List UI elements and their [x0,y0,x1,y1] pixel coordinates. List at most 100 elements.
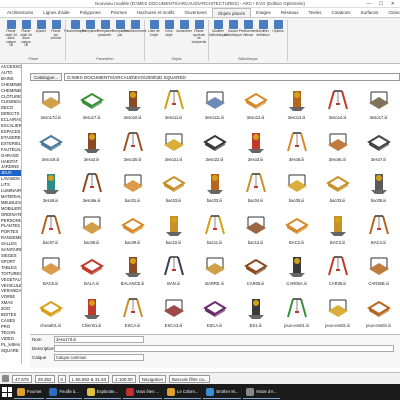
object-thumbnail[interactable]: 3eso14.iii [317,84,358,126]
taskbar-item[interactable]: Mode d'e... [243,385,280,399]
object-thumbnail[interactable]: 3eso9.iii [30,167,71,209]
tab-1[interactable]: Lignes d'aide [38,8,74,17]
object-thumbnail[interactable]: BARRE.iii [194,250,235,292]
tree-item[interactable]: EXTERIEUR [0,141,21,147]
object-thumbnail[interactable]: bac03.iii [153,167,194,209]
tree-item[interactable]: FAUTEUILS [0,147,21,153]
object-thumbnail[interactable]: bac08.iii [71,209,112,251]
taskbar-item[interactable]: Vous êtes ... [122,385,162,399]
ribbon-button[interactable]: Positionnement [124,20,146,37]
object-thumbnail[interactable]: BAC2.iii [276,209,317,251]
object-thumbnail[interactable]: 3eso9a.iii [71,167,112,209]
object-thumbnail[interactable]: CAR35.iii [317,250,358,292]
object-thumbnail[interactable]: 3eso11.iii [153,84,194,126]
tree-item[interactable]: MOBILIER [0,206,21,212]
object-thumbnail[interactable]: bac05.iii [358,167,399,209]
object-thumbnail[interactable]: 3eso5.iii [276,126,317,168]
tree-item[interactable]: PL_lettres [0,342,21,348]
tab-9[interactable]: Textes [304,8,327,17]
tab-2[interactable]: Polygones [75,8,106,17]
object-thumbnail[interactable]: jeux-ens03.iii [358,292,399,334]
tab-8[interactable]: Réseaux [276,8,304,17]
taskbar-item[interactable]: Explorate... [83,385,121,399]
object-thumbnail[interactable]: bac03.iii [194,167,235,209]
window-controls[interactable]: — ☐ ✕ [367,0,398,8]
object-thumbnail[interactable]: 3eso12.iii [235,84,276,126]
object-thumbnail[interactable]: BALA.iii [71,250,112,292]
scale-select[interactable]: 1:100.00 [112,374,136,383]
object-thumbnail[interactable]: bac04.iii [235,167,276,209]
ribbon-button[interactable]: Remplacer paramétr. [97,20,113,37]
object-thumbnail[interactable]: bac07.iii [30,209,71,251]
object-thumbnail[interactable]: 3eso19.iii [30,126,71,168]
object-thumbnail[interactable]: CAR35B.iii [358,250,399,292]
object-thumbnail[interactable]: 3eso2.iii [71,126,112,168]
object-thumbnail[interactable]: cheval01.iii [30,292,71,334]
taskbar-item[interactable]: Fournet [14,385,45,399]
object-thumbnail[interactable]: BAC3.iii [317,209,358,251]
ribbon-button[interactable]: Modifier bibliothèque [209,20,227,37]
tree-item[interactable]: ORDINATEURS [0,212,21,218]
object-thumbnail[interactable]: ESCA3.iii [153,292,194,334]
mode-select[interactable]: Navigation [138,374,166,383]
tree-item[interactable]: VEGETAUX [0,277,21,283]
object-thumbnail[interactable]: CAR05.iii [235,250,276,292]
object-thumbnail[interactable]: CAR05A.iii [276,250,317,292]
layer-field[interactable]: Calque commun [54,354,144,361]
object-thumbnail[interactable]: 3eso21.iii [153,126,194,168]
ribbon-button[interactable]: Infos objet [162,20,176,44]
tree-item[interactable]: CHEMINEES SAN [0,88,21,94]
ribbon-button[interactable]: Options [271,20,285,37]
object-thumbnail[interactable]: bac12.iii [235,209,276,251]
start-button-icon[interactable] [2,387,12,397]
object-thumbnail[interactable]: BAC4.iii [358,209,399,251]
object-thumbnail[interactable]: bac03.iii [317,167,358,209]
object-thumbnail[interactable]: 3eso17d.iii [30,84,71,126]
object-thumbnail[interactable]: BAN.iii [153,250,194,292]
tab-5[interactable]: Ouvertures [179,8,211,17]
tree-item[interactable]: ESPACES [0,129,21,135]
tab-10[interactable]: Cotations [327,8,356,17]
taskbar-item[interactable]: Feuille à... [46,385,82,399]
catalog-button[interactable]: Catalogue... [30,72,63,81]
tree-item[interactable]: ETAGERES [0,135,21,141]
object-thumbnail[interactable]: bac09.iii [112,209,153,251]
tree-item[interactable]: SQUARE [0,348,21,354]
tree-item[interactable]: TOITURES [0,271,21,277]
object-thumbnail[interactable]: bac05.iii [276,167,317,209]
object-thumbnail[interactable]: BAC5.iii [30,250,71,292]
ribbon-button[interactable]: Placer objet 3d dans calque 1B [4,20,18,48]
tab-6[interactable]: Objets placés [211,8,251,17]
object-thumbnail[interactable]: 3eso7.iii [358,126,399,168]
object-thumbnail[interactable]: ES1.iii [235,292,276,334]
object-thumbnail[interactable]: bac11.iii [194,209,235,251]
tab-4[interactable]: Hachures et motifs [132,8,180,17]
object-thumbnail[interactable]: 3eso11c.iii [194,84,235,126]
object-thumbnail[interactable]: jeux-ens02.iii [317,292,358,334]
catalog-path-field[interactable]: D:\MES DOCUMENTS\ARCAUD\EVO\2000\3D SQUA… [64,72,400,81]
object-thumbnail[interactable]: 3eso10.iii [112,84,153,126]
object-thumbnail[interactable]: 3eso22.iii [194,126,235,168]
description-field[interactable] [54,345,394,352]
name-field[interactable]: 3eso17d.iii [54,336,144,343]
taskbar-item[interactable]: Brother M... [203,385,242,399]
object-thumbnail[interactable]: 3eso13.iii [276,84,317,126]
object-thumbnail[interactable]: Chien01.iii [71,292,112,334]
tab-11[interactable]: Surfaces [356,8,384,17]
tree-item[interactable]: CHEMINEES [0,82,21,88]
ribbon-button[interactable]: Assembler [176,20,192,44]
object-thumbnail[interactable]: bac01.iii [112,167,153,209]
object-thumbnail[interactable]: 3eso17.iii [358,84,399,126]
ribbon-button[interactable]: Remplacer [82,20,98,37]
snap-icon[interactable] [2,375,9,382]
object-thumbnail[interactable]: 3eso6c.iii [317,126,358,168]
ribbon-button[interactable]: Placer symbole de charpente [192,20,206,44]
tab-12[interactable]: Cloisons [383,8,400,17]
object-thumbnail[interactable]: ESCA.iii [194,292,235,334]
object-thumbnail[interactable]: ESCA.iii [112,292,153,334]
layer-filter-select[interactable]: Bascule filtre ca... [168,374,211,383]
ribbon-button[interactable]: Paramétriques [64,20,86,37]
ribbon-button[interactable]: Liste de l'objet [147,20,161,44]
ribbon-button[interactable]: Placer objet 3d dans calque 1B [19,20,33,48]
object-thumbnail[interactable]: 3eso17.iii [71,84,112,126]
